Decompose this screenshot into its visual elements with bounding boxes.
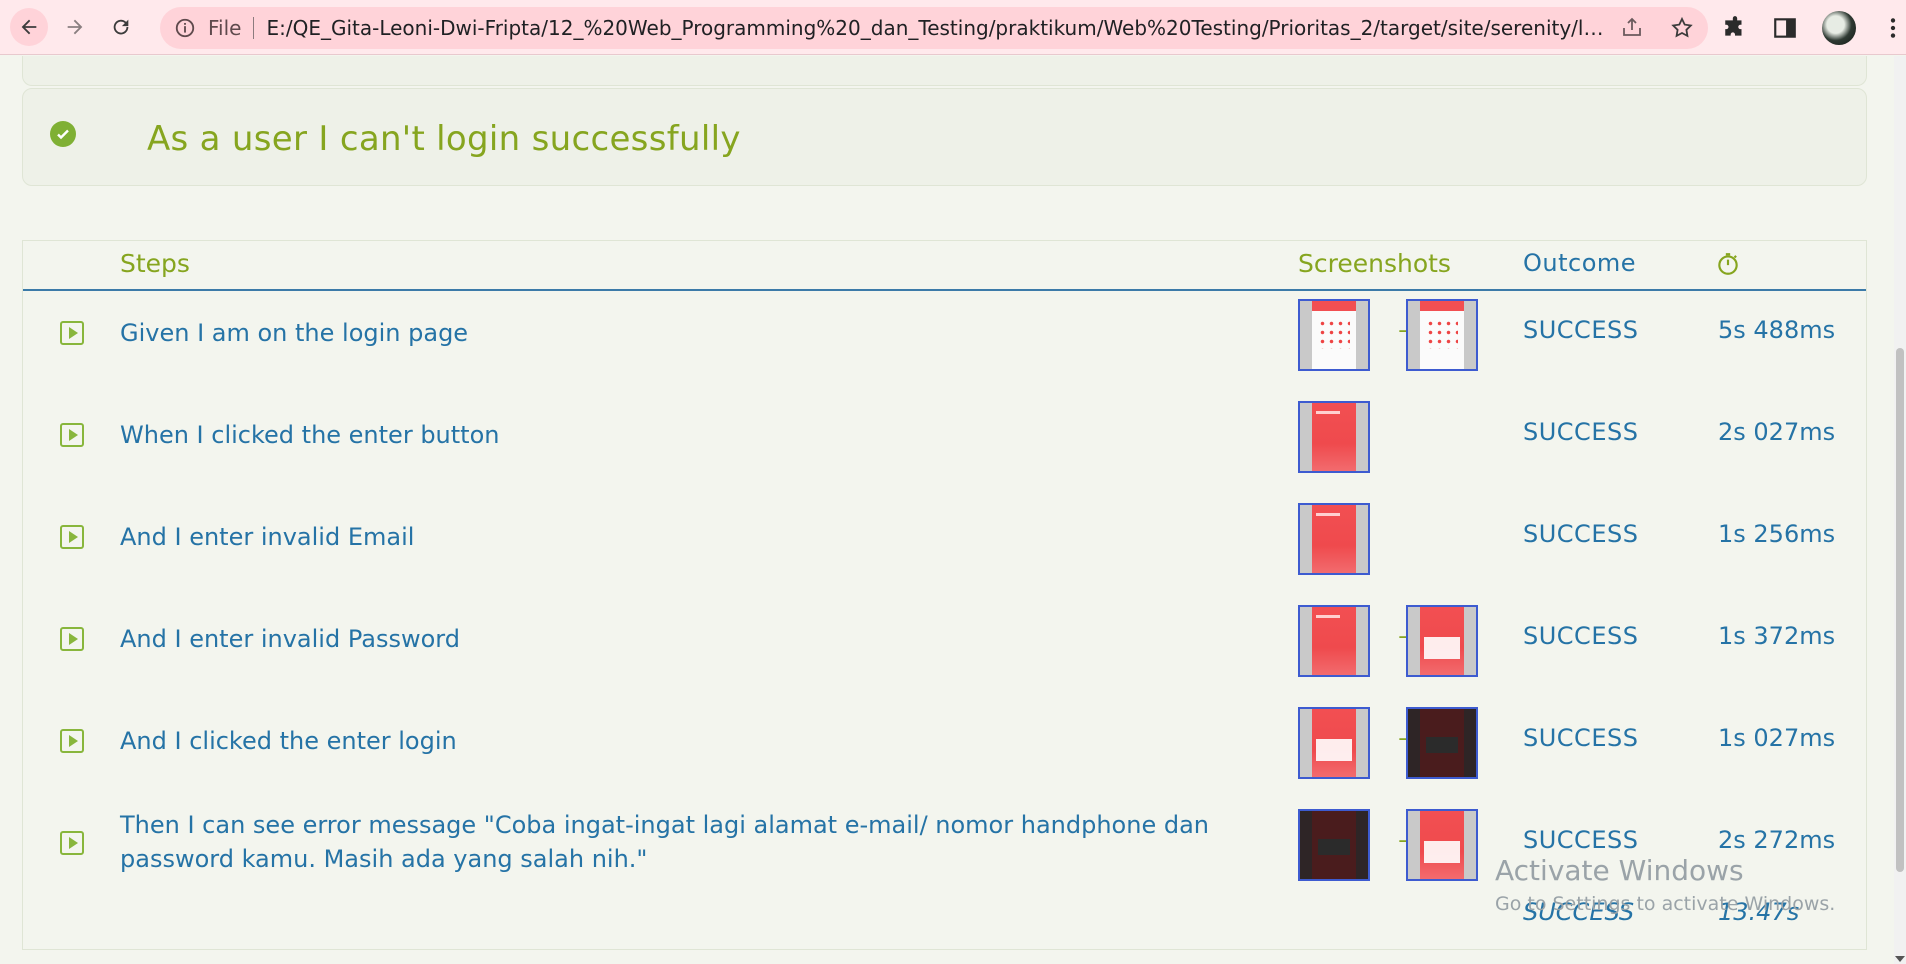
outcome-status: SUCCESS: [1523, 316, 1639, 344]
share-icon[interactable]: [1620, 16, 1644, 40]
back-button[interactable]: [10, 8, 48, 46]
address-divider: [253, 17, 255, 39]
step-duration: 2s 272ms: [1718, 826, 1836, 854]
bookmark-star-icon[interactable]: [1670, 16, 1694, 40]
play-icon[interactable]: [60, 831, 84, 855]
previous-panel: [22, 56, 1867, 86]
profile-avatar[interactable]: [1822, 11, 1856, 45]
screenshot-thumbnail[interactable]: [1298, 809, 1370, 881]
kebab-menu-icon[interactable]: [1880, 15, 1906, 41]
table-row: When I clicked the enter button SUCCESS …: [23, 393, 1866, 495]
info-icon[interactable]: [174, 17, 196, 39]
play-icon[interactable]: [60, 729, 84, 753]
step-duration: 2s 027ms: [1718, 418, 1836, 446]
play-icon[interactable]: [60, 525, 84, 549]
outcome-status: SUCCESS: [1523, 622, 1639, 650]
steps-table: Steps Screenshots Outcome Given I am on …: [22, 240, 1867, 950]
scrollbar-thumb[interactable]: [1896, 348, 1904, 872]
table-row: And I enter invalid Password → SUCCESS 1…: [23, 597, 1866, 699]
scenario-title: As a user I can't login successfully: [147, 119, 741, 159]
stopwatch-icon: [1718, 253, 1738, 275]
scenario-panel: As a user I can't login successfully: [22, 88, 1867, 186]
screenshot-thumbnail[interactable]: [1298, 707, 1370, 779]
outcome-status: SUCCESS: [1523, 724, 1639, 752]
step-text: And I clicked the enter login: [120, 727, 457, 755]
screenshot-thumbnail[interactable]: [1298, 605, 1370, 677]
step-text: And I enter invalid Password: [120, 625, 460, 653]
step-duration: 5s 488ms: [1718, 316, 1836, 344]
outcome-status: SUCCESS: [1523, 418, 1639, 446]
screenshot-thumbnail[interactable]: [1298, 503, 1370, 575]
page-scrollbar[interactable]: [1894, 56, 1906, 964]
screenshot-thumbnail[interactable]: [1406, 605, 1478, 677]
play-icon[interactable]: [60, 627, 84, 651]
play-icon[interactable]: [60, 321, 84, 345]
screenshot-thumbnail[interactable]: [1406, 299, 1478, 371]
activate-windows-subtitle: Go to Settings to activate Windows.: [1495, 893, 1836, 915]
browser-toolbar: File E:/QE_Gita-Leoni-Dwi-Fripta/12_%20W…: [0, 0, 1906, 55]
outcome-status: SUCCESS: [1523, 520, 1639, 548]
step-duration: 1s 256ms: [1718, 520, 1836, 548]
forward-button[interactable]: [56, 8, 94, 46]
url-text[interactable]: E:/QE_Gita-Leoni-Dwi-Fripta/12_%20Web_Pr…: [266, 16, 1606, 40]
table-row: And I clicked the enter login → SUCCESS …: [23, 699, 1866, 801]
arrow-left-icon: [21, 19, 37, 35]
activate-windows-title: Activate Windows: [1495, 854, 1744, 887]
step-duration: 1s 027ms: [1718, 724, 1836, 752]
steps-header: Steps: [120, 249, 190, 278]
step-text: When I clicked the enter button: [120, 421, 500, 449]
step-text: Given I am on the login page: [120, 319, 469, 347]
file-label: File: [208, 16, 242, 40]
steps-table-header: Steps Screenshots Outcome: [23, 241, 1866, 291]
screenshot-thumbnail[interactable]: [1406, 707, 1478, 779]
table-row: And I enter invalid Email SUCCESS 1s 256…: [23, 495, 1866, 597]
arrow-right-icon: [67, 19, 83, 35]
screenshot-thumbnail[interactable]: [1298, 299, 1370, 371]
step-duration: 1s 372ms: [1718, 622, 1836, 650]
success-check-icon: [50, 121, 76, 147]
report-page: As a user I can't login successfully Ste…: [0, 56, 1894, 964]
step-text: Then I can see error message "Coba ingat…: [120, 811, 1209, 873]
play-icon[interactable]: [60, 423, 84, 447]
outcome-header: Outcome: [1523, 249, 1637, 277]
screenshot-thumbnail[interactable]: [1406, 809, 1478, 881]
step-text: And I enter invalid Email: [120, 523, 415, 551]
outcome-status: SUCCESS: [1523, 826, 1639, 854]
scroll-down-arrow-icon[interactable]: [1895, 956, 1905, 962]
screenshot-thumbnail[interactable]: [1298, 401, 1370, 473]
side-panel-icon[interactable]: [1772, 15, 1798, 41]
table-row: Given I am on the login page → SUCCESS 5…: [23, 291, 1866, 393]
reload-button[interactable]: [102, 8, 140, 46]
reload-icon: [113, 19, 129, 35]
address-bar[interactable]: File E:/QE_Gita-Leoni-Dwi-Fripta/12_%20W…: [160, 7, 1708, 49]
extensions-puzzle-icon[interactable]: [1722, 15, 1748, 41]
screenshots-header: Screenshots: [1298, 249, 1451, 278]
